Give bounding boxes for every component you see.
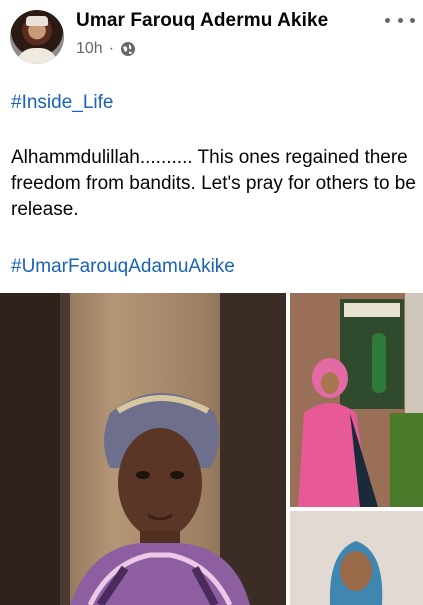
avatar-cap (26, 16, 48, 26)
post-body: Alhammdulillah.......... This ones regai… (11, 147, 416, 220)
photo-bottom-right[interactable] (290, 511, 423, 605)
more-options-icon[interactable] (385, 10, 415, 30)
globe-icon[interactable] (120, 41, 136, 57)
photo-main[interactable] (0, 293, 286, 605)
author-avatar[interactable] (10, 10, 64, 64)
hashtag-author[interactable]: #UmarFarouqAdamuAkike (11, 254, 416, 280)
post-meta: 10h · (76, 40, 136, 58)
photo-main-illustration (0, 293, 286, 605)
post-time[interactable]: 10h (76, 40, 103, 58)
photo-bottom-right-illustration (290, 511, 423, 605)
hashtag-inside-life[interactable]: #Inside_Life (11, 90, 416, 116)
more-dot (410, 17, 415, 23)
avatar-robe (16, 48, 58, 64)
photo-top-right[interactable] (290, 293, 423, 507)
meta-separator: · (108, 40, 115, 57)
more-dot (397, 17, 403, 23)
post-header: Umar Farouq Adermu Akike 10h · (0, 0, 423, 72)
more-dot (385, 17, 390, 23)
photo-top-right-illustration (290, 293, 423, 507)
author-name[interactable]: Umar Farouq Adermu Akike (76, 10, 328, 32)
